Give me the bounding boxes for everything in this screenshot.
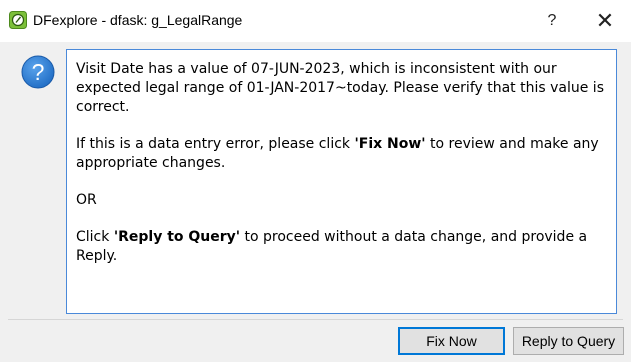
message-paragraph-1: Visit Date has a value of 07-JUN-2023, w… [76, 61, 604, 115]
clock-badge-icon [9, 11, 27, 29]
message-text-box[interactable]: Visit Date has a value of 07-JUN-2023, w… [66, 49, 617, 314]
svg-text:?: ? [32, 59, 45, 85]
button-divider [8, 319, 623, 320]
message-paragraph-3: OR [76, 192, 97, 208]
message-paragraph-4: Click 'Reply to Query' to proceed withou… [76, 229, 588, 264]
title-bar[interactable]: DFexplore - dfask: g_LegalRange ? ✕ [0, 0, 631, 42]
close-button[interactable]: ✕ [582, 0, 628, 42]
message-paragraph-2: If this is a data entry error, please cl… [76, 136, 599, 171]
reply-to-query-button[interactable]: Reply to Query [513, 327, 624, 355]
window-title: DFexplore - dfask: g_LegalRange [33, 12, 243, 28]
fix-now-emphasis: 'Fix Now' [354, 136, 426, 152]
fix-now-button[interactable]: Fix Now [398, 327, 505, 355]
question-icon: ? [21, 55, 55, 89]
query-dialog: DFexplore - dfask: g_LegalRange ? ✕ ? Vi… [0, 0, 631, 362]
reply-to-query-emphasis: 'Reply to Query' [113, 229, 241, 245]
help-button[interactable]: ? [529, 0, 575, 42]
